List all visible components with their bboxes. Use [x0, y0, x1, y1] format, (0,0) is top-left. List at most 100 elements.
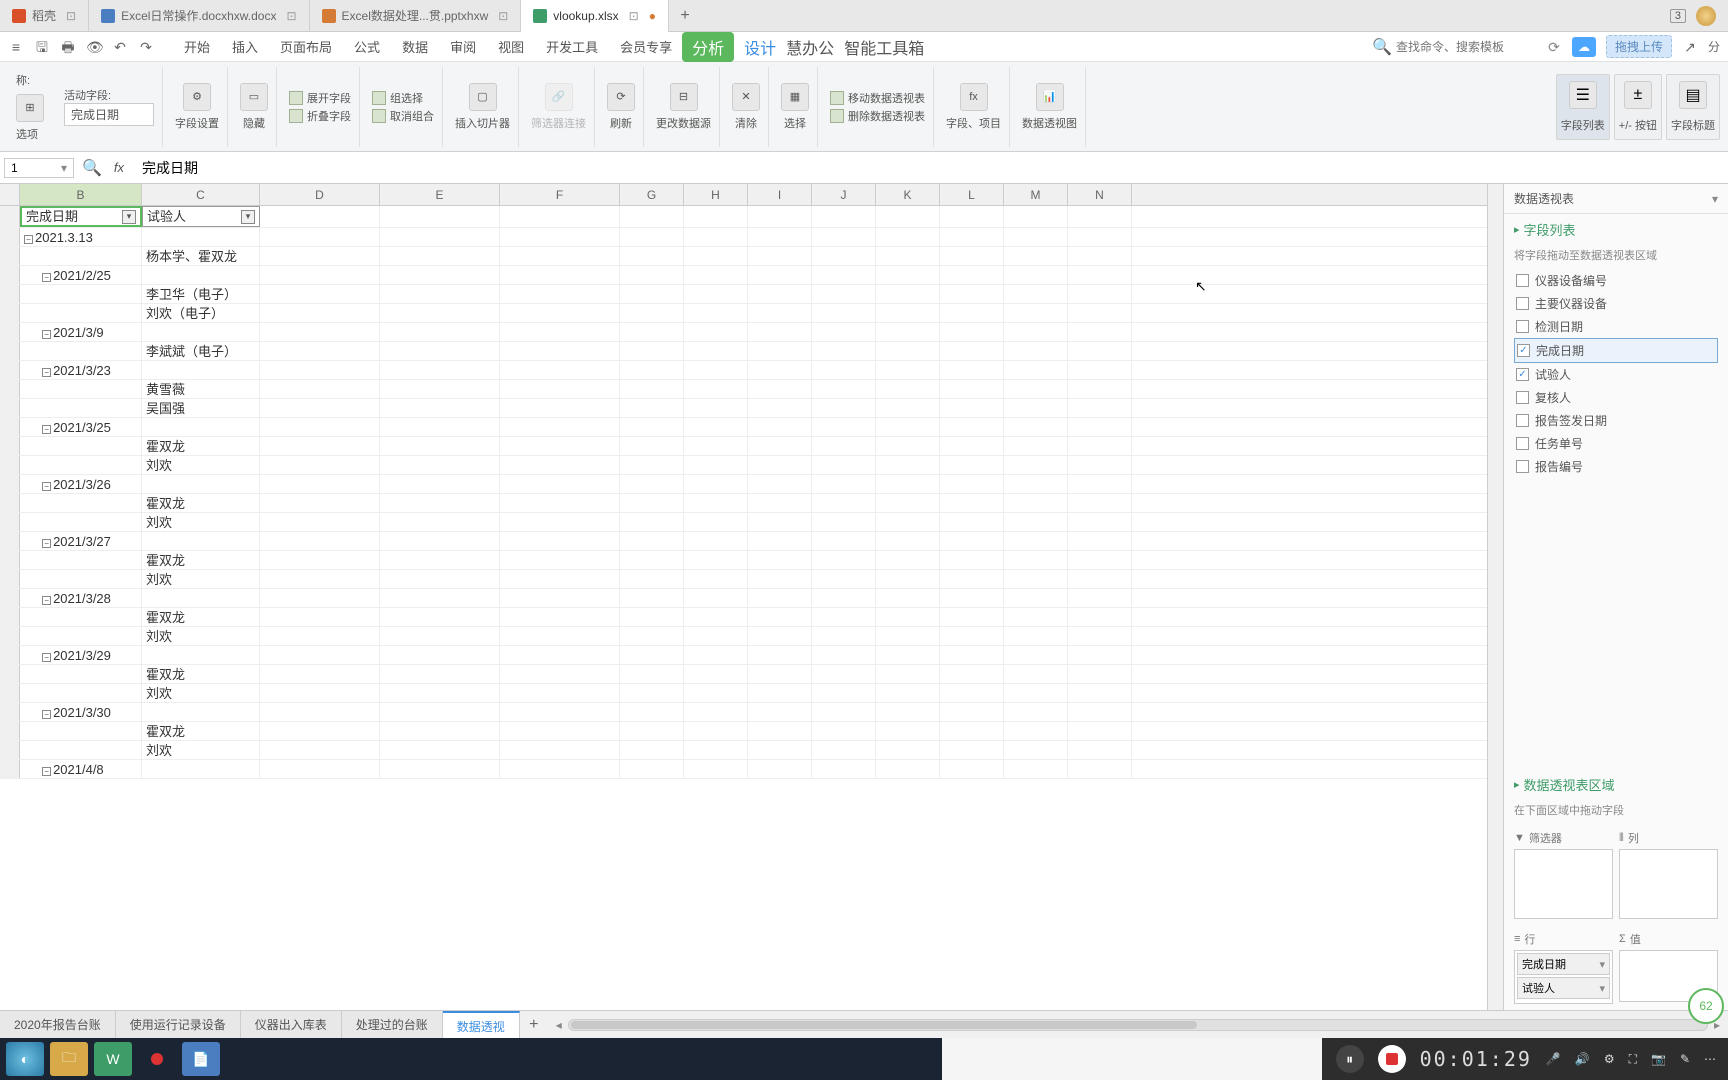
cell[interactable] [940, 627, 1004, 645]
cell[interactable]: −2021/3/26 [20, 475, 142, 493]
cell[interactable] [940, 570, 1004, 588]
cell[interactable] [1068, 741, 1132, 759]
checkbox-icon[interactable]: ✓ [1516, 368, 1529, 381]
cell[interactable] [620, 513, 684, 531]
group-select-button[interactable]: 组选择 [372, 90, 434, 106]
start-button[interactable]: ◐ [6, 1042, 44, 1076]
cell[interactable] [260, 418, 380, 436]
cell[interactable] [260, 380, 380, 398]
more-icon[interactable]: ⋯ [1704, 1052, 1716, 1066]
cell[interactable] [940, 684, 1004, 702]
cell[interactable] [20, 513, 142, 531]
pivot-field[interactable]: 报告编号 [1514, 455, 1718, 478]
cell[interactable]: −2021/3/23 [20, 361, 142, 379]
cell[interactable] [748, 513, 812, 531]
column-header[interactable]: D [260, 184, 380, 205]
document-tab[interactable]: 稻壳⊡ [0, 0, 89, 32]
cell[interactable] [748, 722, 812, 740]
cell[interactable] [684, 741, 748, 759]
cell[interactable] [20, 399, 142, 417]
change-source-icon[interactable]: ⊟ [670, 83, 698, 111]
cell[interactable] [1068, 646, 1132, 664]
cell[interactable] [812, 456, 876, 474]
cell[interactable] [500, 722, 620, 740]
cell[interactable] [876, 361, 940, 379]
cell[interactable]: 杨本学、霍双龙 [142, 247, 260, 265]
cell[interactable] [876, 266, 940, 284]
sheet-tab[interactable]: 处理过的台账 [342, 1011, 443, 1039]
collapse-icon[interactable]: − [42, 653, 51, 662]
table-row[interactable]: −2021/3/27 [0, 532, 1487, 551]
cell[interactable] [940, 608, 1004, 626]
cell[interactable] [380, 570, 500, 588]
cell[interactable] [1004, 665, 1068, 683]
cell[interactable] [1068, 551, 1132, 569]
cell[interactable] [876, 285, 940, 303]
cell[interactable] [684, 247, 748, 265]
floating-badge[interactable]: 62 [1688, 988, 1724, 1024]
cell[interactable] [260, 437, 380, 455]
cell[interactable] [876, 722, 940, 740]
cell[interactable] [620, 418, 684, 436]
cell[interactable] [1068, 570, 1132, 588]
cell[interactable] [260, 532, 380, 550]
cell[interactable] [260, 608, 380, 626]
cell[interactable] [500, 532, 620, 550]
cell[interactable] [20, 627, 142, 645]
menu-item[interactable]: 开发工具 [546, 37, 598, 56]
table-row[interactable]: 霍双龙 [0, 722, 1487, 741]
cell[interactable]: 霍双龙 [142, 494, 260, 512]
cell[interactable] [620, 228, 684, 246]
checkbox-icon[interactable] [1516, 414, 1529, 427]
cell[interactable] [812, 475, 876, 493]
cell[interactable]: −2021.3.13 [20, 228, 142, 246]
table-row[interactable]: 霍双龙 [0, 551, 1487, 570]
cell[interactable] [684, 608, 748, 626]
cell[interactable] [380, 494, 500, 512]
pm-button-toggle[interactable]: ±+/- 按钮 [1614, 74, 1662, 140]
cell[interactable] [20, 247, 142, 265]
cell[interactable] [20, 380, 142, 398]
cell[interactable] [684, 513, 748, 531]
cell[interactable] [20, 437, 142, 455]
cell[interactable] [812, 285, 876, 303]
cell[interactable] [876, 418, 940, 436]
cell[interactable] [812, 760, 876, 778]
cell[interactable] [1068, 266, 1132, 284]
cell[interactable] [380, 551, 500, 569]
column-header[interactable]: H [684, 184, 748, 205]
cell[interactable] [620, 608, 684, 626]
cell[interactable] [1004, 570, 1068, 588]
cell[interactable] [260, 456, 380, 474]
cell[interactable] [380, 399, 500, 417]
cell[interactable] [1004, 532, 1068, 550]
cell[interactable] [1004, 266, 1068, 284]
menu-item[interactable]: 会员专享 [620, 37, 672, 56]
cell[interactable] [620, 437, 684, 455]
cell[interactable] [380, 323, 500, 341]
checkbox-icon[interactable] [1516, 274, 1529, 287]
column-header[interactable]: B [20, 184, 142, 205]
cell[interactable] [748, 266, 812, 284]
cell[interactable] [142, 228, 260, 246]
cell[interactable] [748, 304, 812, 322]
recording-indicator-icon[interactable] [138, 1042, 176, 1076]
collapse-icon[interactable]: − [42, 330, 51, 339]
cell[interactable] [380, 266, 500, 284]
cell[interactable] [876, 703, 940, 721]
cell[interactable] [20, 551, 142, 569]
column-header[interactable]: L [940, 184, 1004, 205]
cell[interactable] [940, 418, 1004, 436]
cell[interactable] [1004, 418, 1068, 436]
column-header[interactable]: J [812, 184, 876, 205]
cell[interactable] [684, 684, 748, 702]
cell[interactable] [748, 380, 812, 398]
cell[interactable] [812, 608, 876, 626]
cell-reference[interactable]: 1▾ [4, 158, 74, 178]
cell[interactable] [620, 361, 684, 379]
document-tab[interactable]: vlookup.xlsx⊡● [521, 0, 669, 32]
mic-icon[interactable]: 🎤 [1546, 1052, 1561, 1066]
cell[interactable] [1068, 456, 1132, 474]
cell[interactable] [142, 703, 260, 721]
cell[interactable] [876, 627, 940, 645]
